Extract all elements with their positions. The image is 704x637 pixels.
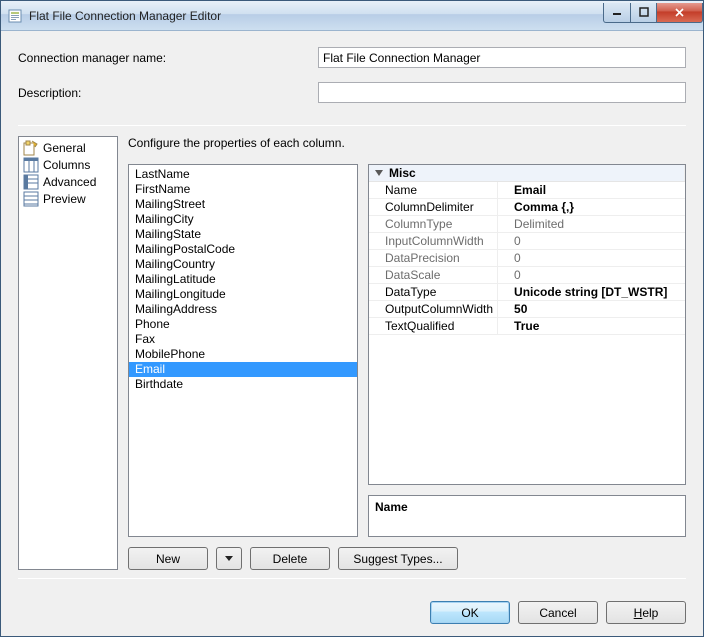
list-item[interactable]: MailingAddress [129,302,357,317]
page-instruction: Configure the properties of each column. [128,136,686,150]
window-title: Flat File Connection Manager Editor [29,9,221,23]
advanced-icon [23,174,39,190]
property-row[interactable]: ColumnTypeDelimited [369,216,685,233]
property-row[interactable]: TextQualifiedTrue [369,318,685,335]
nav-label: Preview [43,192,86,206]
list-item[interactable]: LastName [129,167,357,182]
maximize-button[interactable] [631,3,657,23]
chevron-down-icon [225,556,233,561]
divider [18,578,686,579]
new-button[interactable]: New [128,547,208,570]
help-button[interactable]: Help [606,601,686,624]
list-item[interactable]: MailingLatitude [129,272,357,287]
list-item[interactable]: MailingStreet [129,197,357,212]
suggest-types-button[interactable]: Suggest Types... [338,547,458,570]
nav-item-general[interactable]: General [19,139,117,156]
property-row[interactable]: DataPrecision0 [369,250,685,267]
list-item[interactable]: MailingPostalCode [129,242,357,257]
minimize-button[interactable] [603,3,631,23]
collapse-icon[interactable] [375,170,383,176]
dialog-window: Flat File Connection Manager Editor Conn… [0,0,704,637]
page-nav: General Columns Advanced Preview [18,136,118,570]
titlebar[interactable]: Flat File Connection Manager Editor [1,1,703,31]
list-item[interactable]: MailingCountry [129,257,357,272]
nav-label: Columns [43,158,90,172]
columns-icon [23,157,39,173]
property-description: Name [368,495,686,537]
list-item[interactable]: Email [129,362,357,377]
general-icon [23,140,39,156]
list-item[interactable]: Birthdate [129,377,357,392]
property-grid[interactable]: MiscNameEmailColumnDelimiterComma {,}Col… [368,164,686,485]
list-item[interactable]: MailingState [129,227,357,242]
ok-button[interactable]: OK [430,601,510,624]
nav-item-advanced[interactable]: Advanced [19,173,117,190]
property-row[interactable]: OutputColumnWidth50 [369,301,685,318]
nav-label: Advanced [43,175,96,189]
divider [18,125,686,126]
app-icon [7,8,23,24]
dialog-content: Connection manager name: Description: Ge… [1,31,703,636]
preview-icon [23,191,39,207]
property-row[interactable]: NameEmail [369,182,685,199]
list-item[interactable]: Fax [129,332,357,347]
nav-label: General [43,141,86,155]
property-row[interactable]: ColumnDelimiterComma {,} [369,199,685,216]
list-item[interactable]: FirstName [129,182,357,197]
property-row[interactable]: InputColumnWidth0 [369,233,685,250]
delete-button[interactable]: Delete [250,547,330,570]
property-description-title: Name [375,500,679,514]
list-item[interactable]: MailingCity [129,212,357,227]
connection-name-input[interactable] [318,47,686,68]
description-input[interactable] [318,82,686,103]
property-row[interactable]: DataScale0 [369,267,685,284]
cancel-button[interactable]: Cancel [518,601,598,624]
close-button[interactable] [657,3,703,23]
window-buttons [603,3,703,23]
column-list[interactable]: LastNameFirstNameMailingStreetMailingCit… [128,164,358,537]
new-dropdown-button[interactable] [216,547,242,570]
list-item[interactable]: Phone [129,317,357,332]
list-item[interactable]: MobilePhone [129,347,357,362]
description-label: Description: [18,86,318,100]
nav-item-preview[interactable]: Preview [19,190,117,207]
connection-name-label: Connection manager name: [18,51,318,65]
property-row[interactable]: DataTypeUnicode string [DT_WSTR] [369,284,685,301]
nav-item-columns[interactable]: Columns [19,156,117,173]
list-item[interactable]: MailingLongitude [129,287,357,302]
